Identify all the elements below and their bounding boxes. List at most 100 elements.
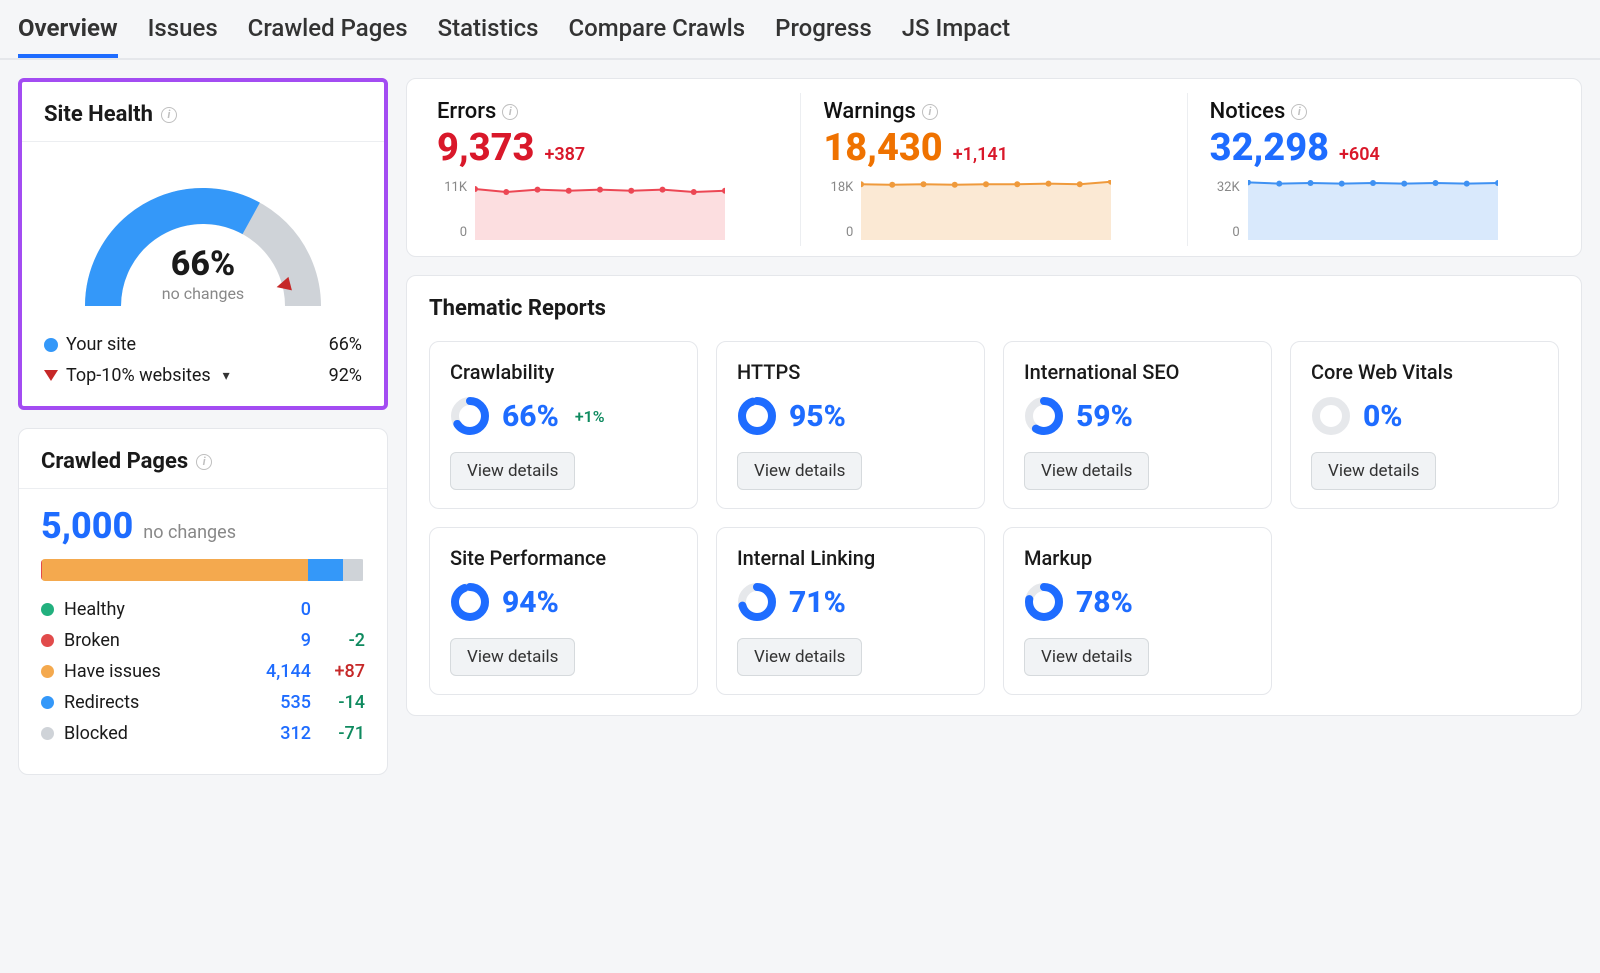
cp-label: Healthy: [64, 599, 249, 620]
your-site-label: Your site: [66, 334, 136, 355]
kpi-delta: +604: [1339, 144, 1380, 165]
cp-delta: -71: [311, 723, 365, 744]
thematic-card: Core Web Vitals 0% View details: [1290, 341, 1559, 509]
y-min: 0: [1210, 225, 1240, 240]
crawled-total-sub: no changes: [143, 522, 236, 543]
dot-icon: [41, 665, 54, 678]
cp-label: Redirects: [64, 692, 249, 713]
tab-compare-crawls[interactable]: Compare Crawls: [568, 14, 745, 58]
cp-value[interactable]: 535: [249, 692, 311, 713]
tab-issues[interactable]: Issues: [148, 14, 218, 58]
cp-label: Have issues: [64, 661, 249, 682]
thematic-pct: 95%: [789, 399, 846, 434]
kpi-delta: +387: [544, 144, 585, 165]
crawled-pages-title: Crawled Pages: [41, 449, 188, 474]
list-item: Broken9-2: [41, 630, 365, 651]
gauge-percent: 66%: [162, 244, 244, 284]
kpi-notices[interactable]: Notices i 32,298 +604 32K 0: [1187, 93, 1573, 246]
view-details-button[interactable]: View details: [1024, 638, 1149, 676]
sparkline: [1248, 180, 1498, 240]
triangle-down-icon: [44, 370, 58, 381]
view-details-button[interactable]: View details: [450, 452, 575, 490]
y-min: 0: [823, 225, 853, 240]
cp-delta: -14: [311, 692, 365, 713]
kpi-number: 32,298: [1210, 126, 1329, 170]
your-site-pct: 66%: [329, 334, 362, 355]
sparkline: [475, 180, 725, 240]
cp-label: Blocked: [64, 723, 249, 744]
info-icon[interactable]: i: [1291, 104, 1307, 120]
donut-icon: [737, 396, 777, 436]
bar-segment: [42, 559, 308, 581]
list-item: Redirects535-14: [41, 692, 365, 713]
donut-icon: [1024, 396, 1064, 436]
top10-label: Top-10% websites: [66, 365, 211, 386]
gauge-subtext: no changes: [162, 284, 244, 303]
thematic-card-title: International SEO: [1024, 360, 1251, 384]
dot-icon: [41, 696, 54, 709]
dot-icon: [41, 634, 54, 647]
thematic-reports-card: Thematic Reports Crawlability 66% +1% Vi…: [406, 275, 1582, 716]
y-max: 18K: [823, 180, 853, 195]
thematic-card: International SEO 59% View details: [1003, 341, 1272, 509]
kpi-row: Errors i 9,373 +387 11K0 Warnings i 18,4…: [406, 78, 1582, 257]
thematic-pct: 66%: [502, 399, 559, 434]
thematic-card: Site Performance 94% View details: [429, 527, 698, 695]
info-icon[interactable]: i: [196, 454, 212, 470]
crawled-pages-card: Crawled Pages i 5,000 no changes Healthy…: [18, 428, 388, 775]
tab-statistics[interactable]: Statistics: [438, 14, 539, 58]
top10-selector[interactable]: Top-10% websites ▾: [44, 365, 230, 386]
crawled-total: 5,000: [41, 505, 133, 547]
cp-delta: +87: [311, 661, 365, 682]
dot-icon: [41, 727, 54, 740]
thematic-card: HTTPS 95% View details: [716, 341, 985, 509]
view-details-button[interactable]: View details: [737, 452, 862, 490]
kpi-delta: +1,141: [953, 144, 1008, 165]
kpi-number: 18,430: [823, 126, 942, 170]
thematic-card-title: Markup: [1024, 546, 1251, 570]
list-item: Have issues4,144+87: [41, 661, 365, 682]
thematic-card: Internal Linking 71% View details: [716, 527, 985, 695]
kpi-warnings[interactable]: Warnings i 18,430 +1,141 18K0: [800, 93, 1186, 246]
cp-value[interactable]: 312: [249, 723, 311, 744]
view-details-button[interactable]: View details: [450, 638, 575, 676]
thematic-card-title: Core Web Vitals: [1311, 360, 1538, 384]
thematic-delta: +1%: [575, 407, 605, 426]
thematic-pct: 71%: [789, 585, 846, 620]
kpi-title: Notices: [1210, 99, 1286, 124]
view-details-button[interactable]: View details: [1311, 452, 1436, 490]
crawled-stacked-bar: [41, 559, 365, 581]
tab-crawled-pages[interactable]: Crawled Pages: [248, 14, 408, 58]
y-max: 32K: [1210, 180, 1240, 195]
kpi-title: Errors: [437, 99, 496, 124]
site-health-title: Site Health: [44, 102, 153, 127]
thematic-pct: 78%: [1076, 585, 1133, 620]
dot-icon: [44, 338, 58, 352]
cp-value[interactable]: 9: [249, 630, 311, 651]
dot-icon: [41, 603, 54, 616]
info-icon[interactable]: i: [502, 104, 518, 120]
info-icon[interactable]: i: [922, 104, 938, 120]
thematic-title: Thematic Reports: [429, 296, 1559, 321]
cp-delta: -2: [311, 630, 365, 651]
tab-js-impact[interactable]: JS Impact: [902, 14, 1010, 58]
thematic-card-title: HTTPS: [737, 360, 964, 384]
thematic-card: Markup 78% View details: [1003, 527, 1272, 695]
donut-icon: [1024, 582, 1064, 622]
tab-overview[interactable]: Overview: [18, 14, 118, 58]
view-details-button[interactable]: View details: [1024, 452, 1149, 490]
list-item: Healthy0: [41, 599, 365, 620]
donut-icon: [737, 582, 777, 622]
info-icon[interactable]: i: [161, 107, 177, 123]
thematic-card-title: Internal Linking: [737, 546, 964, 570]
list-item: Blocked312-71: [41, 723, 365, 744]
view-details-button[interactable]: View details: [737, 638, 862, 676]
thematic-pct: 94%: [502, 585, 559, 620]
tab-progress[interactable]: Progress: [775, 14, 872, 58]
thematic-card: Crawlability 66% +1% View details: [429, 341, 698, 509]
site-health-card: Site Health i 66% no changes: [18, 78, 388, 410]
kpi-errors[interactable]: Errors i 9,373 +387 11K0: [415, 93, 800, 246]
cp-value[interactable]: 0: [249, 599, 311, 620]
thematic-card-title: Site Performance: [450, 546, 677, 570]
cp-value[interactable]: 4,144: [249, 661, 311, 682]
